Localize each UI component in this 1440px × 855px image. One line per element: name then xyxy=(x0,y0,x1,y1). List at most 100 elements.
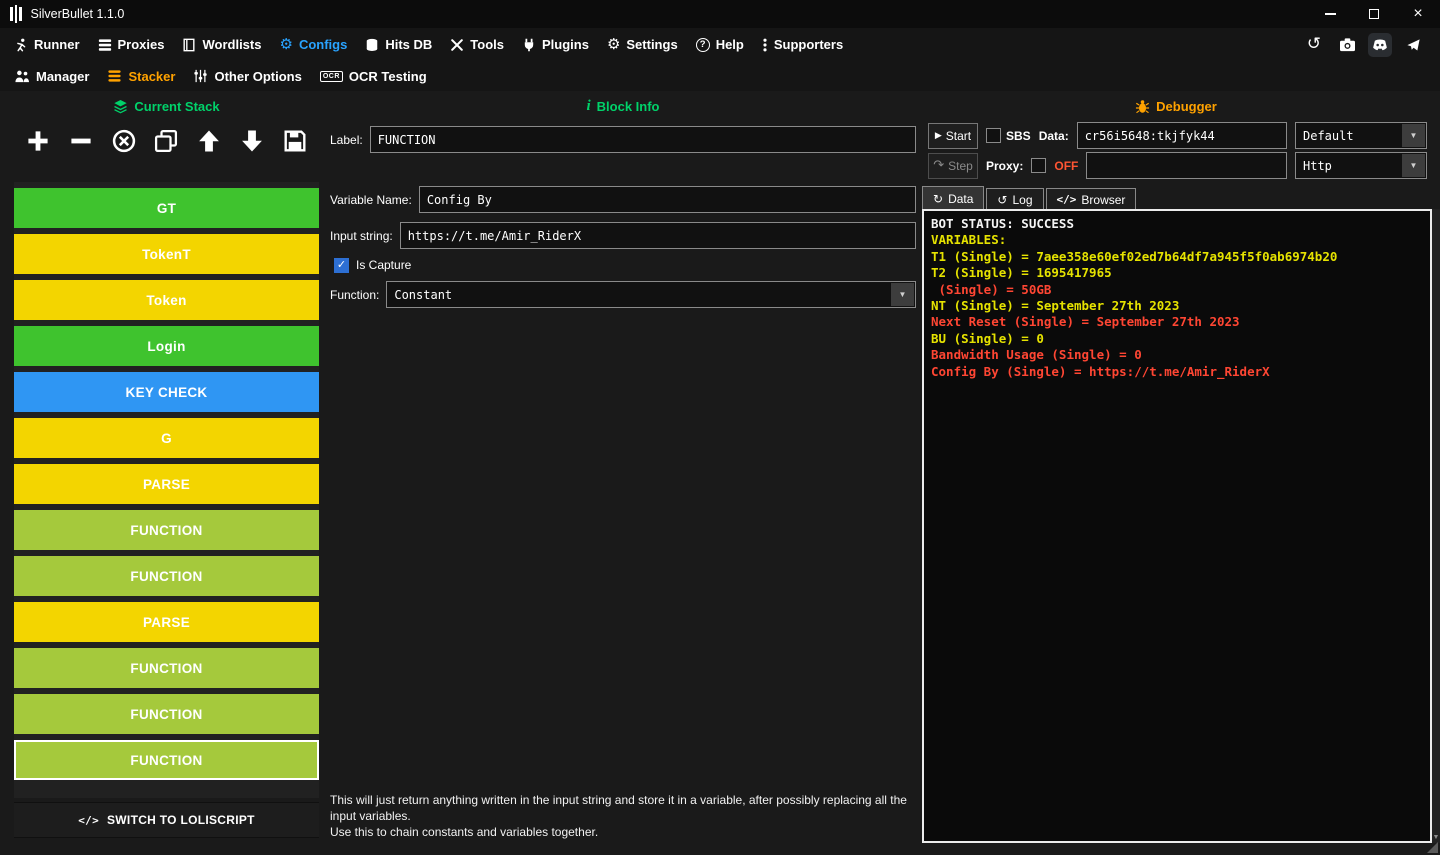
menu-item-supporters[interactable]: Supporters xyxy=(753,28,852,61)
stack-block-selected[interactable]: FUNCTION xyxy=(14,740,319,780)
proxy-checkbox[interactable] xyxy=(1031,158,1047,173)
stack-block[interactable]: FUNCTION xyxy=(14,556,319,596)
console-line: BOT STATUS: SUCCESS xyxy=(931,216,1074,231)
menu-item-label: Settings xyxy=(626,37,678,52)
step-button[interactable]: ↷ Step xyxy=(928,152,978,179)
tab-data[interactable]: ↻ Data xyxy=(922,186,985,210)
submenu-item-label: Manager xyxy=(36,68,90,84)
stack-block[interactable]: Login xyxy=(14,326,319,366)
variable-name-input[interactable] xyxy=(418,186,916,213)
stack-block[interactable]: FUNCTION xyxy=(14,694,319,734)
chevron-down-icon: ▼ xyxy=(1402,124,1425,147)
console-line: Bandwidth Usage (Single) = 0 xyxy=(931,347,1142,363)
scroll-down-icon[interactable]: ▼ xyxy=(1432,832,1440,842)
submenu-item-ocr-testing[interactable]: OCR OCR Testing xyxy=(311,61,436,91)
submenu-item-label: Other Options xyxy=(214,68,302,84)
tab-browser[interactable]: </> Browser xyxy=(1045,188,1137,210)
tab-log-label: Log xyxy=(1012,192,1033,207)
start-button[interactable]: ▶ Start xyxy=(928,122,978,149)
input-string-input[interactable] xyxy=(399,222,916,249)
titlebar-quick-icons: ↺ xyxy=(1302,32,1435,57)
description-line-1: This will just return anything written i… xyxy=(330,793,907,823)
discord-button[interactable] xyxy=(1368,32,1392,57)
menu-item-settings[interactable]: ⚙ Settings xyxy=(598,28,687,61)
switch-to-loliscript-button[interactable]: </> SWITCH TO LOLISCRIPT xyxy=(14,802,319,838)
wordlists-icon xyxy=(182,38,196,52)
telegram-button[interactable] xyxy=(1401,33,1425,57)
chevron-down-icon: ▼ xyxy=(891,283,914,306)
debugger-row-2: ↷ Step Proxy: OFF Http ▼ xyxy=(928,152,1427,179)
submenu-item-other-options[interactable]: Other Options xyxy=(184,61,310,91)
clone-block-button[interactable] xyxy=(151,126,181,156)
move-down-button[interactable] xyxy=(237,126,267,156)
minus-icon xyxy=(71,138,91,144)
app-logo-icon xyxy=(10,5,22,23)
menu-item-help[interactable]: ? Help xyxy=(687,28,753,61)
proxy-input[interactable] xyxy=(1086,152,1287,179)
stack-block[interactable]: PARSE xyxy=(14,602,319,642)
move-up-button[interactable] xyxy=(194,126,224,156)
stack-block[interactable]: PARSE xyxy=(14,464,319,504)
stack-block[interactable]: G xyxy=(14,418,319,458)
save-stack-button[interactable] xyxy=(280,126,310,156)
menu-item-tools[interactable]: Tools xyxy=(441,28,513,61)
data-input[interactable] xyxy=(1076,122,1287,149)
add-block-button[interactable] xyxy=(23,126,53,156)
stack-block[interactable]: Token xyxy=(14,280,319,320)
supporters-icon xyxy=(762,38,768,52)
console-line: Config By (Single) = https://t.me/Amir_R… xyxy=(931,363,1270,379)
proxies-icon xyxy=(98,38,112,52)
maximize-button[interactable] xyxy=(1352,0,1396,28)
menu-item-hits-db[interactable]: Hits DB xyxy=(356,28,441,61)
chevron-down-icon: ▼ xyxy=(1402,154,1425,177)
console-line: (Single) = 50GB xyxy=(931,281,1052,297)
label-input[interactable] xyxy=(369,126,916,153)
history-button[interactable]: ↺ xyxy=(1302,33,1326,57)
console-line: Next Reset (Single) = September 27th 202… xyxy=(931,314,1240,330)
function-dropdown[interactable]: Constant ▼ xyxy=(386,281,916,308)
stack-block[interactable]: TokenT xyxy=(14,234,319,274)
telegram-icon xyxy=(1406,38,1421,52)
menu-item-wordlists[interactable]: Wordlists xyxy=(173,28,270,61)
menu-item-proxies[interactable]: Proxies xyxy=(89,28,174,61)
maximize-icon xyxy=(1369,9,1379,19)
stack-block[interactable]: KEY CHECK xyxy=(14,372,319,412)
log-history-icon: ↺ xyxy=(997,192,1008,207)
close-button[interactable]: × xyxy=(1396,0,1440,28)
window-title: SilverBullet 1.1.0 xyxy=(30,7,125,21)
tab-log[interactable]: ↺ Log xyxy=(986,188,1044,210)
menu-item-configs[interactable]: ⚙ Configs xyxy=(270,28,356,61)
sliders-icon xyxy=(193,69,208,83)
debugger-tabs: ↻ Data ↺ Log </> Browser xyxy=(922,186,1137,210)
stack-block[interactable]: FUNCTION xyxy=(14,510,319,550)
minimize-icon xyxy=(1324,13,1336,15)
menu-item-label: Configs xyxy=(298,37,348,52)
screenshot-button[interactable] xyxy=(1335,33,1359,57)
step-button-label: Step xyxy=(948,158,973,173)
stack-block[interactable]: GT xyxy=(14,188,319,228)
submenu-item-manager[interactable]: Manager xyxy=(5,61,98,91)
console-scrollbar[interactable]: ▼ xyxy=(1432,209,1440,843)
data-label: Data: xyxy=(1038,128,1069,143)
wordlist-type-dropdown[interactable]: Default ▼ xyxy=(1295,122,1427,149)
window-resize-grip[interactable] xyxy=(1427,842,1438,853)
is-capture-checkbox[interactable]: ✓ xyxy=(334,257,349,273)
save-icon xyxy=(284,130,306,152)
step-icon: ↷ xyxy=(933,158,945,173)
menu-item-plugins[interactable]: Plugins xyxy=(513,28,598,61)
submenu-item-label: OCR Testing xyxy=(348,68,427,84)
block-info-title: Block Info xyxy=(596,99,660,114)
submenu-item-stacker[interactable]: Stacker xyxy=(98,61,184,91)
sbs-checkbox[interactable] xyxy=(986,128,1001,143)
debugger-console[interactable]: BOT STATUS: SUCCESS VARIABLES: T1 (Singl… xyxy=(922,209,1432,843)
remove-block-button[interactable] xyxy=(66,126,96,156)
stack-block[interactable]: FUNCTION xyxy=(14,648,319,688)
proxy-type-dropdown[interactable]: Http ▼ xyxy=(1295,152,1427,179)
info-icon: i xyxy=(586,98,591,114)
function-label: Function: xyxy=(330,287,380,302)
console-line: NT (Single) = September 27th 2023 xyxy=(931,298,1180,314)
minimize-button[interactable] xyxy=(1308,0,1352,28)
arrow-down-icon xyxy=(242,130,263,152)
menu-item-runner[interactable]: Runner xyxy=(5,28,89,61)
clear-stack-button[interactable] xyxy=(109,126,139,156)
